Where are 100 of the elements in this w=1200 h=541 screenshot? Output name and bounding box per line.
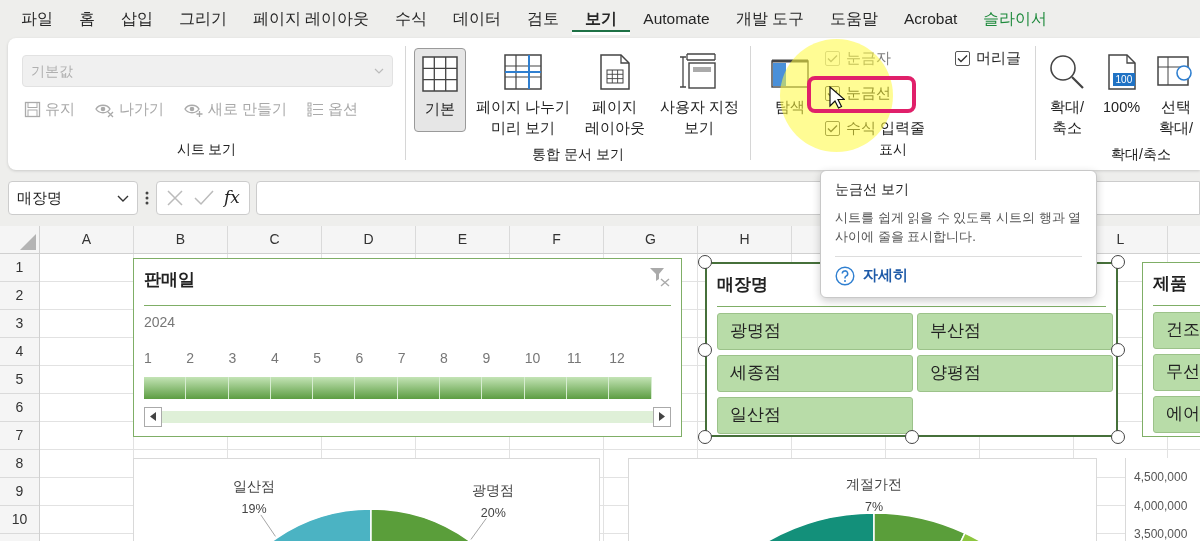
slicer-item[interactable]: 양평점 bbox=[917, 354, 1113, 392]
row-header[interactable]: 10 bbox=[11, 509, 28, 530]
scroll-right-button[interactable] bbox=[653, 406, 671, 427]
check-icon[interactable] bbox=[194, 190, 215, 206]
leader-line bbox=[470, 517, 487, 540]
timeline-segment[interactable] bbox=[440, 376, 483, 399]
menu-tab[interactable]: 보기 bbox=[572, 3, 631, 35]
column-header[interactable]: G bbox=[604, 226, 698, 253]
month-label: 1 bbox=[144, 349, 152, 366]
resize-handle[interactable] bbox=[698, 255, 712, 269]
checkbox[interactable]: 머리글 bbox=[955, 48, 1022, 70]
menu-tab[interactable]: 검토 bbox=[514, 3, 573, 35]
help-link[interactable]: 자세히 bbox=[863, 264, 908, 287]
icon-badge: 100 bbox=[1112, 73, 1136, 86]
scroll-left-button[interactable] bbox=[144, 406, 162, 427]
chevron-down-icon bbox=[117, 194, 129, 202]
slicer-panel[interactable]: 판매일 2024 1 2 3 4 5 6 7 8 9 10 11 12 bbox=[133, 258, 682, 437]
more-icon[interactable] bbox=[144, 190, 150, 206]
slicer-item[interactable]: 건조 bbox=[1153, 311, 1200, 349]
row-header[interactable]: 4 bbox=[15, 341, 24, 362]
data-label: 20% bbox=[480, 505, 506, 520]
slicer-item[interactable]: 부산점 bbox=[917, 312, 1113, 350]
timeline-segment[interactable] bbox=[355, 376, 398, 399]
column-header[interactable]: B bbox=[134, 226, 228, 253]
timeline-segment[interactable] bbox=[609, 376, 652, 399]
row-header[interactable]: 3 bbox=[15, 313, 24, 334]
resize-handle[interactable] bbox=[1111, 255, 1125, 269]
timeline-segment[interactable] bbox=[566, 376, 610, 399]
row-header[interactable]: 6 bbox=[15, 397, 24, 418]
month-label: 2 bbox=[186, 349, 195, 366]
axis-label: 4,500,000 bbox=[1134, 470, 1188, 484]
resize-handle[interactable] bbox=[698, 430, 712, 444]
menu-tab[interactable]: 슬라이서 bbox=[970, 3, 1061, 35]
timeline-segment[interactable] bbox=[482, 376, 525, 399]
checkmark-icon bbox=[827, 54, 838, 64]
view-button[interactable]: 사용자 지정 보기 bbox=[654, 46, 744, 145]
group-label: 시트 보기 bbox=[175, 140, 238, 159]
resize-handle[interactable] bbox=[1111, 430, 1125, 444]
month-label: 9 bbox=[482, 349, 491, 366]
data-label: 7% bbox=[864, 500, 884, 514]
column-header[interactable]: F bbox=[510, 226, 604, 253]
clear-filter-icon[interactable] bbox=[649, 267, 671, 287]
column-header[interactable]: H bbox=[698, 226, 792, 253]
menu-tab[interactable]: 그리기 bbox=[166, 3, 240, 35]
insert-function-button[interactable]: fx bbox=[224, 185, 240, 211]
column-header[interactable]: C bbox=[228, 226, 322, 253]
column-header[interactable]: D bbox=[322, 226, 416, 253]
timeline-segment[interactable] bbox=[270, 376, 314, 399]
close-icon[interactable] bbox=[166, 189, 184, 207]
arrow-right-icon bbox=[659, 412, 665, 421]
year-label: 2024 bbox=[144, 313, 176, 330]
scroll-track[interactable] bbox=[162, 410, 653, 423]
menu-tab[interactable]: 수식 bbox=[382, 3, 441, 35]
zoom-button[interactable]: 선택 확대/ bbox=[1151, 46, 1200, 145]
slicer-item[interactable]: 세종점 bbox=[717, 354, 913, 392]
menu-tab[interactable]: 홈 bbox=[66, 3, 108, 35]
checkbox[interactable]: 수식 입력줄 bbox=[825, 117, 926, 140]
menu-tab[interactable]: 데이터 bbox=[440, 3, 515, 35]
row-header[interactable]: 9 bbox=[15, 481, 24, 502]
name-box[interactable]: 매장명 bbox=[8, 181, 138, 215]
group-label: 통합 문서 보기 bbox=[531, 145, 625, 165]
menu-tab[interactable]: Acrobat bbox=[891, 3, 971, 35]
row-header[interactable]: 7 bbox=[15, 425, 24, 446]
checkmark-icon bbox=[827, 123, 838, 133]
menu-tab[interactable]: 파일 bbox=[8, 3, 66, 35]
slicer-item[interactable]: 무선 bbox=[1153, 353, 1200, 391]
zoom-button[interactable]: 100 100% bbox=[1098, 46, 1146, 145]
view-button[interactable]: 페이지 레이아웃 bbox=[579, 46, 650, 145]
menu-tab[interactable]: 개발 도구 bbox=[722, 3, 817, 35]
timeline-segment[interactable] bbox=[524, 376, 567, 399]
row-header[interactable]: 5 bbox=[15, 369, 24, 390]
row-header[interactable]: 8 bbox=[15, 453, 24, 474]
slicer-panel[interactable]: 제품 건조 무선 에어 bbox=[1142, 262, 1200, 437]
view-button[interactable]: 페이지 나누기 미리 보기 bbox=[470, 46, 575, 145]
menu-tab[interactable]: Automate bbox=[630, 3, 723, 35]
resize-handle[interactable] bbox=[698, 342, 712, 357]
timeline-segment[interactable] bbox=[186, 376, 229, 399]
row-header[interactable]: 1 bbox=[15, 257, 24, 278]
menu-tab[interactable]: 삽입 bbox=[108, 3, 166, 35]
menu-tab[interactable]: 페이지 레이아웃 bbox=[240, 3, 383, 35]
column-header[interactable]: A bbox=[40, 226, 134, 253]
timeline-segment[interactable] bbox=[313, 376, 356, 399]
row-header[interactable]: 2 bbox=[15, 285, 24, 306]
chevron-down-icon bbox=[374, 68, 384, 74]
timeline-segment[interactable] bbox=[397, 376, 441, 399]
timeline-segment[interactable] bbox=[228, 376, 271, 399]
column-header[interactable]: E bbox=[416, 226, 510, 253]
menu-tab[interactable]: 도움말 bbox=[817, 3, 891, 35]
timeline-segment[interactable] bbox=[144, 376, 187, 399]
page-break-icon bbox=[502, 53, 543, 91]
month-label: 10 bbox=[524, 349, 541, 366]
month-label: 5 bbox=[313, 349, 321, 366]
zoom-button[interactable]: 확대/ 축소 bbox=[1042, 46, 1092, 145]
slicer-item[interactable]: 광명점 bbox=[717, 312, 913, 350]
slicer-item[interactable]: 일산점 bbox=[717, 396, 913, 434]
list-icon bbox=[307, 102, 325, 118]
select-all-icon[interactable] bbox=[20, 234, 36, 250]
slicer-item[interactable]: 에어 bbox=[1153, 395, 1200, 433]
view-button[interactable]: 기본 bbox=[414, 48, 466, 132]
help-icon bbox=[835, 265, 855, 286]
